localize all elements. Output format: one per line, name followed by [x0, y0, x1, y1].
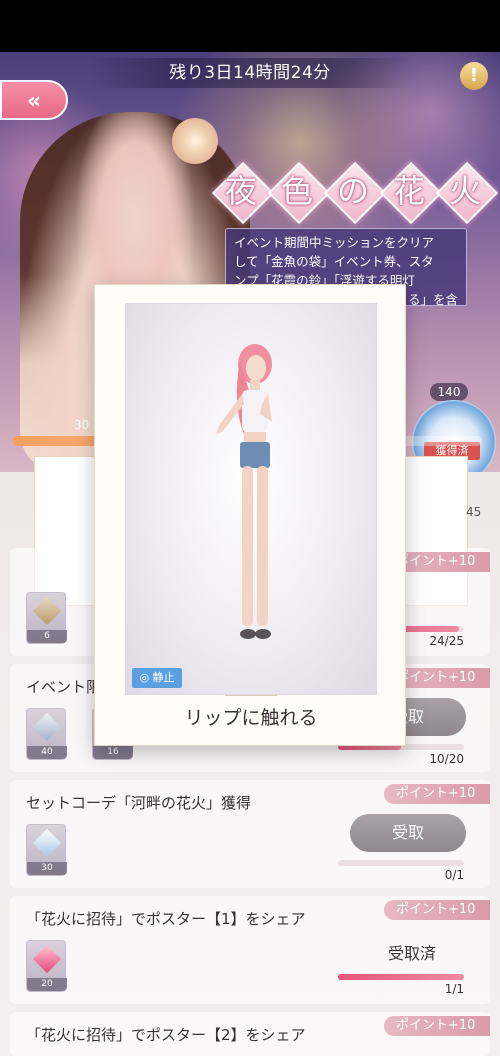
static-label: 静止	[152, 671, 175, 684]
mission-progress-bar	[338, 860, 464, 866]
points-tag: ポイント+10	[384, 784, 490, 804]
static-toggle[interactable]: ◎ 静止	[132, 668, 182, 688]
exclamation-icon: !	[469, 65, 479, 86]
claimed-status: 受取済	[388, 944, 437, 963]
title-char-4: 花	[383, 165, 435, 217]
item-count: 6	[27, 630, 67, 643]
mission-title: セットコーデ「河畔の花火」獲得	[26, 794, 252, 812]
mission-progress-label: 0/1	[444, 868, 464, 882]
crystal-icon	[32, 828, 62, 858]
hair-flower-ornament	[172, 118, 218, 164]
title-char-5: 火	[439, 165, 491, 217]
double-chevron-left-icon: «	[26, 89, 42, 114]
key-icon	[32, 712, 62, 742]
divider-ornament	[225, 695, 277, 696]
mission-title: 「花火に招待」でポスター【2】をシェア	[26, 1026, 306, 1044]
pink-gem-icon	[32, 944, 62, 974]
mission-title: イベント限	[26, 678, 102, 696]
item-count: 40	[27, 746, 67, 759]
item-count: 30	[27, 862, 67, 875]
points-tag: ポイント+10	[384, 900, 490, 920]
status-bar	[0, 0, 500, 52]
item-count: 20	[27, 978, 67, 991]
info-button[interactable]: !	[460, 62, 488, 90]
mission-progress-label: 10/20	[429, 752, 464, 766]
item-count: 16	[93, 746, 133, 759]
outfit-preview-image: ◎ 静止	[125, 303, 377, 695]
reward-item-slot[interactable]: 6	[26, 592, 67, 644]
milestone-points-label: 140	[430, 383, 468, 401]
mission-title: 「花火に招待」でポスター【1】をシェア	[26, 910, 306, 928]
title-char-1: 夜	[215, 165, 267, 217]
reward-item-slot[interactable]: 30	[26, 824, 67, 876]
mission-progress-fill	[338, 974, 464, 980]
mission-progress-label: 1/1	[444, 982, 464, 996]
event-title: 夜 色 の 花 火	[215, 165, 491, 217]
reward-item-slot[interactable]: 20	[26, 940, 67, 992]
countdown-timer: 残り3日14時間24分	[90, 58, 410, 88]
outfit-preview-popup[interactable]: ◎ 静止 リップに触れる	[94, 284, 406, 746]
reward-item-slot[interactable]: 40	[26, 708, 67, 760]
ornament-icon	[32, 596, 62, 626]
pause-icon: ◎	[139, 671, 150, 684]
description-line: して「金魚の袋」イベント券、スタ	[234, 254, 434, 269]
mission-progress-bar	[338, 974, 464, 980]
claim-button[interactable]: 受取	[350, 814, 466, 852]
points-tag: ポイント+10	[384, 1016, 490, 1036]
title-char-3: の	[327, 165, 379, 217]
back-button[interactable]: «	[0, 80, 68, 120]
milestone-45-label: 45	[466, 505, 482, 519]
milestone-30-label: 30	[74, 418, 90, 432]
mission-progress-label: 24/25	[429, 634, 464, 648]
outfit-caption: リップに触れる	[184, 707, 318, 729]
description-line: イベント期間中ミッションをクリア	[234, 235, 435, 250]
title-char-2: 色	[271, 165, 323, 217]
model-figure	[216, 344, 272, 639]
